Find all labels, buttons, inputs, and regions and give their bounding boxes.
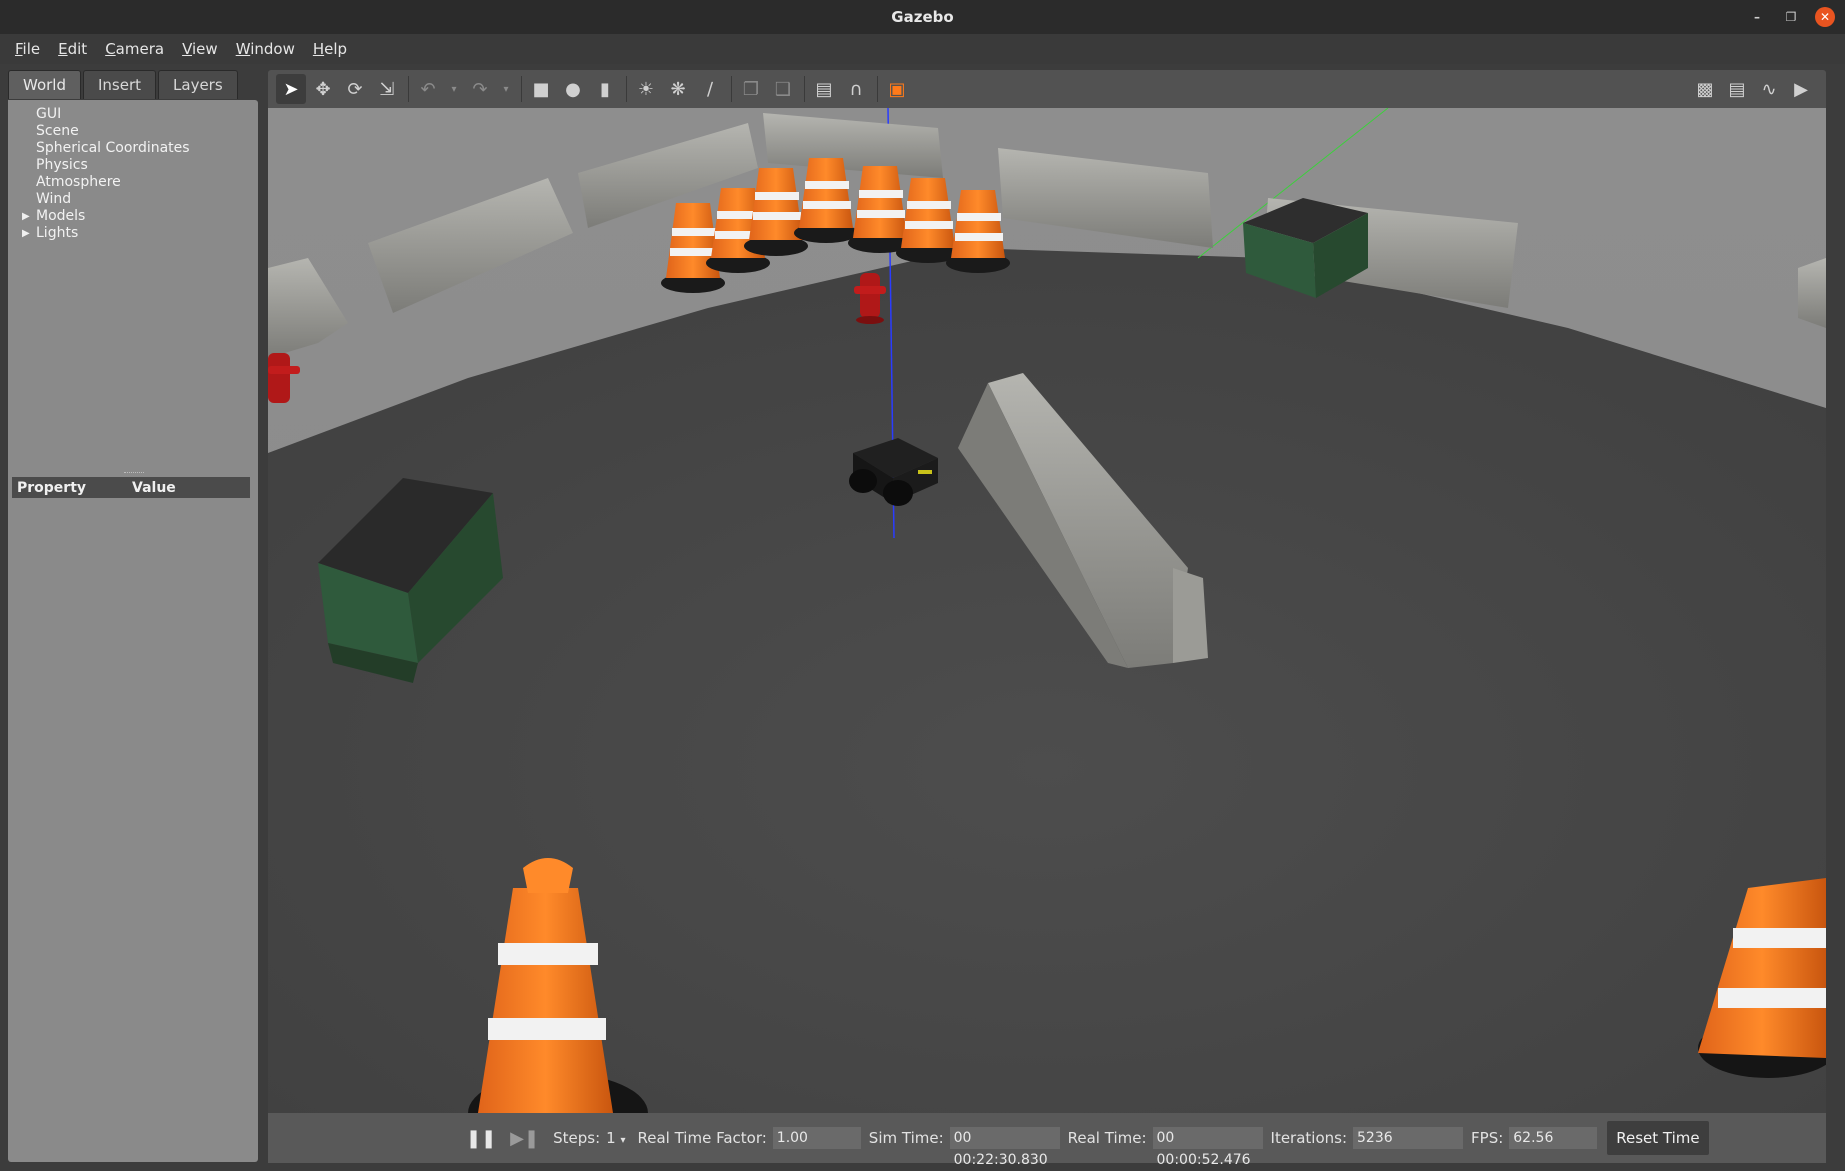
property-table-header: Property Value	[12, 477, 250, 498]
value-column-header: Value	[132, 479, 176, 496]
tree-item-lights[interactable]: ▶ Lights	[8, 225, 258, 242]
scene-render	[268, 108, 1826, 1113]
toolbar-separator	[626, 76, 627, 102]
align-icon[interactable]: ▤	[809, 74, 839, 104]
fps-field: 62.56	[1509, 1127, 1598, 1149]
tree-item-wind[interactable]: Wind	[8, 191, 258, 208]
menu-view[interactable]: View	[173, 40, 227, 58]
toolbar-separator	[408, 76, 409, 102]
rtf-label: Real Time Factor:	[637, 1129, 767, 1147]
steps-spinner[interactable]: 1 ▾	[606, 1129, 625, 1147]
scale-icon[interactable]: ⇲	[372, 74, 402, 104]
copy-icon[interactable]: ❐	[736, 74, 766, 104]
expand-arrow-icon[interactable]: ▶	[22, 208, 30, 225]
toolbar-right-group: ▩ ▤ ∿ ▶	[1690, 74, 1818, 104]
left-panel: World Insert Layers GUI Scene Spherical …	[8, 70, 258, 1162]
paste-icon[interactable]: ❑	[768, 74, 798, 104]
directional-light-icon[interactable]: ∕	[695, 74, 725, 104]
plot-icon[interactable]: ∿	[1754, 74, 1784, 104]
tree-item-spherical-coordinates[interactable]: Spherical Coordinates	[8, 140, 258, 157]
tree-item-models[interactable]: ▶ Models	[8, 208, 258, 225]
tree-item-scene[interactable]: Scene	[8, 123, 258, 140]
menu-bar: File Edit Camera View Window Help	[0, 34, 1845, 64]
steps-value: 1	[606, 1129, 616, 1147]
render-viewport[interactable]	[268, 108, 1826, 1113]
close-icon[interactable]: ✕	[1815, 7, 1835, 27]
magnet-icon[interactable]: ∩	[841, 74, 871, 104]
panel-splitter[interactable]	[124, 472, 144, 474]
spot-light-icon[interactable]: ❋	[663, 74, 693, 104]
toolbar: ➤ ✥ ⟳ ⇲ ↶ ▾ ↷ ▾ ■ ● ▮ ☀ ❋ ∕ ❐ ❑ ▤ ∩ ▣ ▩ …	[268, 70, 1826, 108]
steps-label: Steps:	[553, 1129, 601, 1147]
iterations-field: 5236	[1353, 1127, 1464, 1149]
step-icon[interactable]: ▶❚	[510, 1128, 539, 1149]
expand-arrow-icon[interactable]: ▶	[22, 225, 30, 242]
point-light-icon[interactable]: ☀	[631, 74, 661, 104]
title-bar: Gazebo – ❐ ✕	[0, 0, 1845, 34]
tree-item-physics[interactable]: Physics	[8, 157, 258, 174]
log-icon[interactable]: ▤	[1722, 74, 1752, 104]
box-icon[interactable]: ■	[526, 74, 556, 104]
menu-file[interactable]: File	[6, 40, 49, 58]
select-arrow-icon[interactable]: ➤	[276, 74, 306, 104]
panel-tabs: World Insert Layers	[8, 70, 258, 100]
sim-time-field: 00 00:22:30.830	[949, 1127, 1060, 1168]
menu-camera[interactable]: Camera	[96, 40, 173, 58]
chevron-down-icon[interactable]: ▾	[445, 74, 463, 104]
tree-item-atmosphere[interactable]: Atmosphere	[8, 174, 258, 191]
real-time-field: 00 00:00:52.476	[1152, 1127, 1263, 1168]
minimize-icon[interactable]: –	[1747, 7, 1767, 27]
chevron-down-icon: ▾	[620, 1135, 626, 1146]
window-controls: – ❐ ✕	[1747, 7, 1835, 27]
fps-label: FPS:	[1471, 1129, 1504, 1147]
real-time-label: Real Time:	[1067, 1129, 1147, 1147]
tab-insert[interactable]: Insert	[83, 70, 157, 99]
tree-item-label: Models	[36, 208, 86, 224]
tree-item-gui[interactable]: GUI	[8, 106, 258, 123]
view-angle-icon[interactable]: ▣	[882, 74, 912, 104]
window-title: Gazebo	[891, 8, 954, 26]
record-video-icon[interactable]: ▶	[1786, 74, 1816, 104]
tab-world[interactable]: World	[8, 70, 81, 99]
menu-edit[interactable]: Edit	[49, 40, 96, 58]
chevron-down-icon[interactable]: ▾	[497, 74, 515, 104]
translate-icon[interactable]: ✥	[308, 74, 338, 104]
menu-window[interactable]: Window	[227, 40, 304, 58]
sphere-icon[interactable]: ●	[558, 74, 588, 104]
toolbar-separator	[731, 76, 732, 102]
undo-icon[interactable]: ↶	[413, 74, 443, 104]
world-tree: GUI Scene Spherical Coordinates Physics …	[8, 100, 258, 1162]
screenshot-icon[interactable]: ▩	[1690, 74, 1720, 104]
iterations-label: Iterations:	[1270, 1129, 1348, 1147]
toolbar-separator	[877, 76, 878, 102]
rtf-field: 1.00	[772, 1127, 861, 1149]
cylinder-icon[interactable]: ▮	[590, 74, 620, 104]
tree-item-label: Lights	[36, 225, 79, 241]
pause-icon[interactable]: ❚❚	[466, 1128, 496, 1149]
menu-help[interactable]: Help	[304, 40, 356, 58]
tab-layers[interactable]: Layers	[158, 70, 238, 99]
toolbar-separator	[521, 76, 522, 102]
reset-time-button[interactable]: Reset Time	[1607, 1121, 1709, 1155]
sim-time-label: Sim Time:	[868, 1129, 944, 1147]
restore-icon[interactable]: ❐	[1781, 7, 1801, 27]
redo-icon[interactable]: ↷	[465, 74, 495, 104]
rotate-icon[interactable]: ⟳	[340, 74, 370, 104]
property-column-header: Property	[17, 479, 87, 496]
toolbar-separator	[804, 76, 805, 102]
status-bar: ❚❚ ▶❚ Steps: 1 ▾ Real Time Factor: 1.00 …	[268, 1113, 1826, 1168]
